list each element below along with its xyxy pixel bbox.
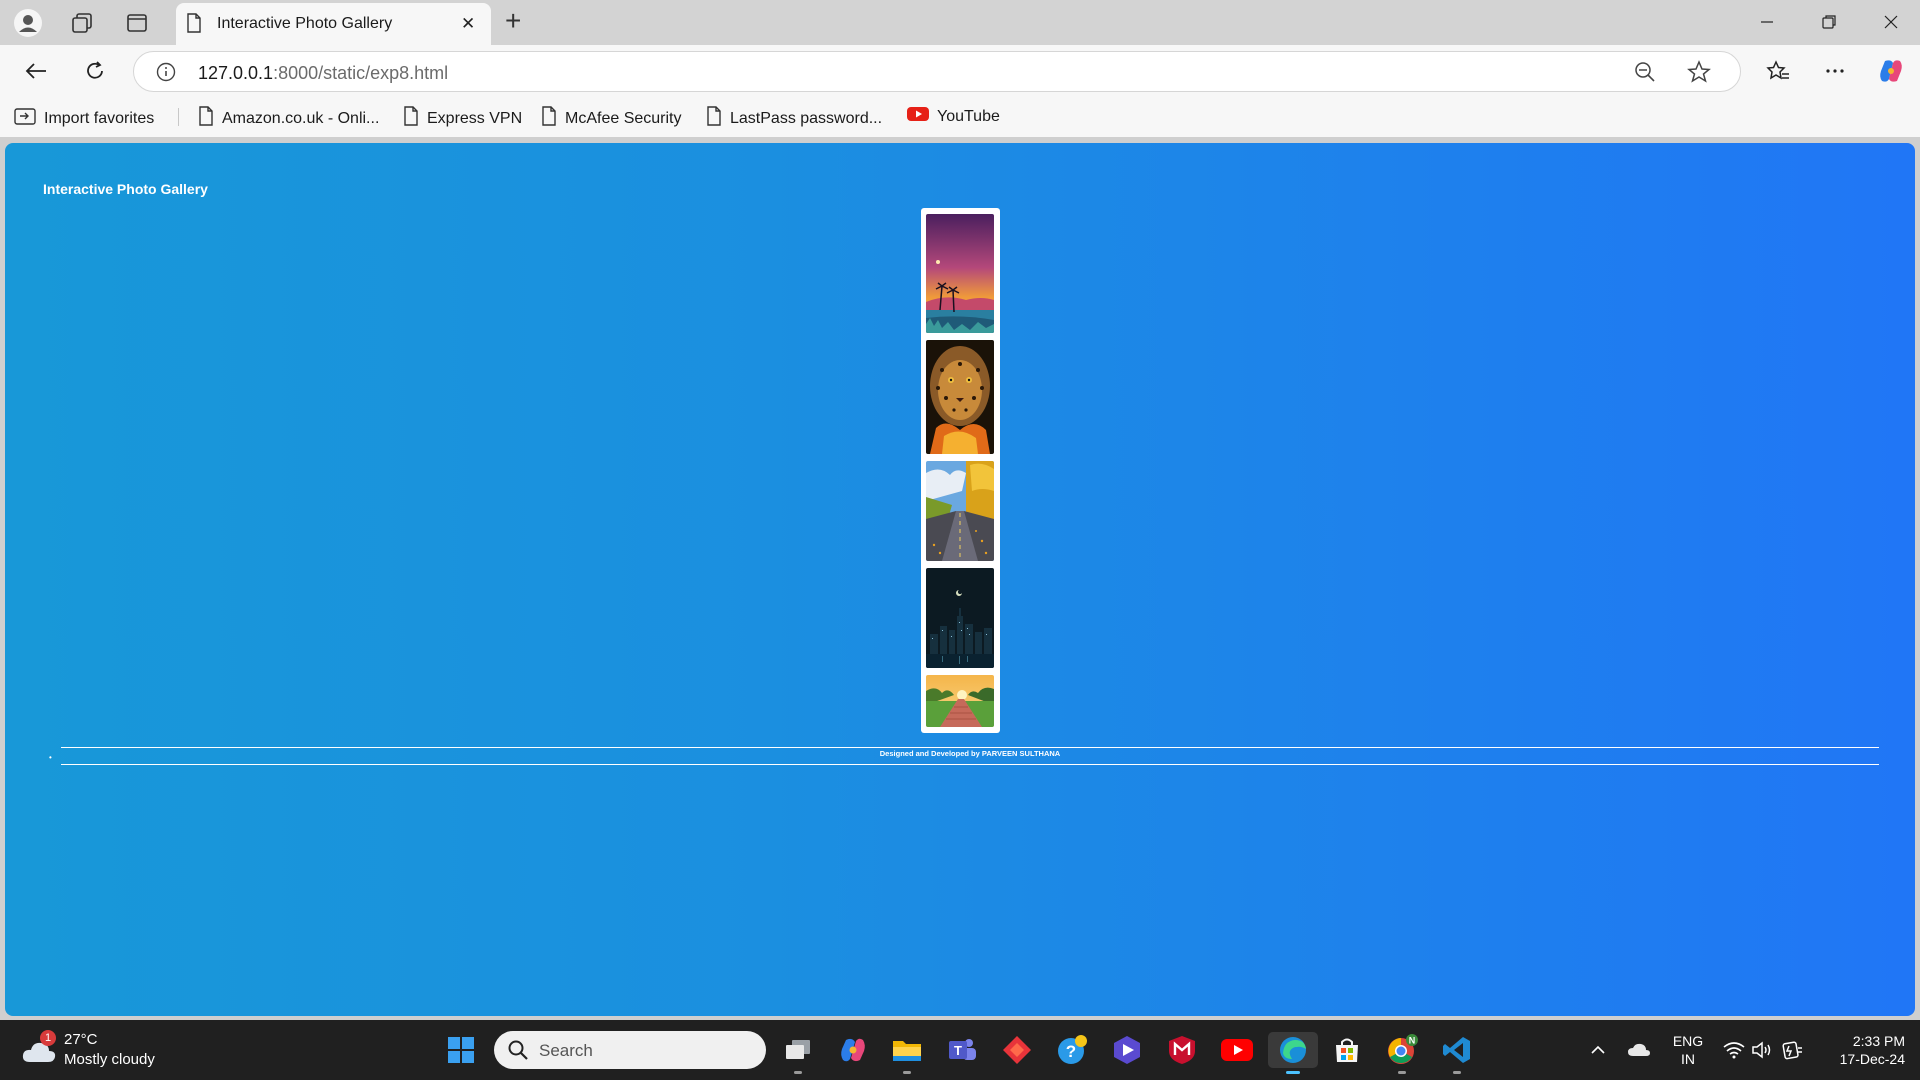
page-icon (541, 106, 557, 131)
file-explorer-icon[interactable] (889, 1032, 925, 1074)
url-text: 127.0.0.1:8000/static/exp8.html (198, 63, 449, 83)
favorites-icon[interactable] (1760, 55, 1796, 87)
favorite-amazon[interactable]: Amazon.co.uk - Onli... (198, 106, 379, 131)
task-view-icon[interactable] (780, 1032, 816, 1074)
language-code: ENG (1672, 1033, 1704, 1049)
favorite-express-vpn[interactable]: Express VPN (403, 106, 522, 131)
tab-bar: Interactive Photo Gallery ✕ + (0, 0, 1920, 45)
search-placeholder: Search (539, 1041, 593, 1060)
chrome-running-indicator (1398, 1071, 1406, 1074)
page-icon (403, 106, 419, 131)
help-app-icon[interactable]: ? (1054, 1032, 1090, 1068)
import-favorites-icon (14, 106, 36, 131)
close-window-icon[interactable] (1868, 8, 1914, 36)
favorite-mcafee[interactable]: McAfee Security (541, 106, 681, 131)
night-city-photo[interactable] (926, 568, 994, 668)
clock-date: 17-Dec-24 (1839, 1051, 1905, 1067)
red-diamond-app-icon[interactable] (999, 1032, 1035, 1068)
weather-widget[interactable]: 1 27°C Mostly cloudy (22, 1030, 172, 1070)
page-icon (198, 106, 214, 131)
windows-start-icon[interactable] (443, 1032, 479, 1068)
new-tab-icon[interactable]: + (505, 7, 521, 35)
task-view-running-indicator (794, 1071, 802, 1074)
autumn-road-photo[interactable] (926, 461, 994, 561)
clock-time: 2:33 PM (1852, 1033, 1905, 1049)
vscode-running-indicator (1453, 1071, 1461, 1074)
workspaces-icon[interactable] (62, 8, 102, 38)
edge-active-indicator (1286, 1071, 1300, 1074)
favorite-star-icon[interactable] (1687, 60, 1711, 89)
favorite-label: YouTube (937, 107, 1000, 125)
more-options-icon[interactable] (1817, 55, 1853, 87)
svg-text:N: N (1409, 1036, 1416, 1046)
taskbar: 1 27°C Mostly cloudy Search T ? N ENG IN… (0, 1020, 1920, 1080)
footer-bullet: • (49, 753, 52, 762)
vscode-icon[interactable] (1439, 1032, 1475, 1074)
profile-icon[interactable] (8, 8, 48, 38)
weather-badge: 1 (40, 1030, 56, 1046)
svg-text:T: T (954, 1043, 962, 1058)
favorite-label: Express VPN (427, 109, 523, 127)
sunset-palms-photo[interactable] (926, 214, 994, 333)
copilot-app-icon[interactable] (835, 1032, 871, 1068)
navigation-bar: 127.0.0.1:8000/static/exp8.html (0, 45, 1920, 97)
language-indicator[interactable]: ENG IN (1668, 1032, 1708, 1068)
temperature: 27°C (64, 1031, 98, 1048)
photo-strip (921, 208, 1000, 733)
favorite-label: Amazon.co.uk - Onli... (222, 109, 380, 127)
restore-icon[interactable] (1806, 8, 1852, 36)
site-info-icon[interactable] (156, 62, 176, 87)
copilot-icon[interactable] (1873, 55, 1909, 87)
tab-title: Interactive Photo Gallery (217, 15, 393, 32)
search-icon (508, 1040, 528, 1065)
svg-text:?: ? (1066, 1042, 1076, 1061)
back-icon[interactable] (18, 55, 54, 87)
favorite-import[interactable]: Import favorites (14, 106, 154, 131)
chevron-up-icon[interactable] (1580, 1032, 1616, 1068)
region-code: IN (1681, 1051, 1695, 1067)
page-icon (186, 13, 202, 38)
taskbar-search[interactable]: Search (494, 1031, 766, 1069)
weather-condition: Mostly cloudy (64, 1051, 155, 1068)
tab-active[interactable]: Interactive Photo Gallery ✕ (176, 3, 491, 45)
address-bar[interactable]: 127.0.0.1:8000/static/exp8.html (133, 51, 1741, 92)
page-title: Interactive Photo Gallery (43, 181, 208, 197)
favorites-divider (178, 108, 179, 126)
favorites-bar: Import favorites Amazon.co.uk - Onli... … (0, 97, 1920, 137)
edge-icon[interactable] (1268, 1032, 1318, 1074)
tab-actions-icon[interactable] (117, 8, 157, 38)
file-explorer-running-indicator (903, 1071, 911, 1074)
battery-icon[interactable] (1774, 1032, 1810, 1068)
page-icon (706, 106, 722, 131)
system-clock[interactable]: 2:33 PM 17-Dec-24 (1815, 1032, 1905, 1068)
minimize-icon[interactable] (1744, 8, 1790, 36)
footer-top-rule (61, 747, 1879, 748)
favorite-lastpass[interactable]: LastPass password... (706, 106, 882, 131)
youtube-app-icon[interactable] (1219, 1032, 1255, 1068)
teams-icon[interactable]: T (944, 1032, 980, 1068)
footer-bottom-rule (61, 764, 1879, 765)
zoom-out-icon[interactable] (1634, 61, 1656, 88)
favorite-label: Import favorites (44, 109, 155, 127)
purple-hexagon-app-icon[interactable] (1109, 1032, 1145, 1068)
footer-credit: Designed and Developed by PARVEEN SULTHA… (879, 749, 1061, 758)
leopard-photo[interactable] (926, 340, 994, 454)
refresh-icon[interactable] (77, 55, 113, 87)
chrome-icon[interactable]: N (1384, 1032, 1420, 1074)
favorite-label: LastPass password... (730, 109, 883, 127)
microsoft-store-icon[interactable] (1329, 1032, 1365, 1068)
sunrise-boardwalk-photo[interactable] (926, 675, 994, 727)
favorite-youtube[interactable]: YouTube (907, 106, 1000, 127)
mcafee-icon[interactable] (1164, 1032, 1200, 1068)
youtube-icon (907, 106, 929, 127)
close-tab-icon[interactable]: ✕ (461, 14, 475, 34)
onedrive-icon[interactable] (1621, 1032, 1657, 1068)
favorite-label: McAfee Security (565, 109, 682, 127)
web-page: Interactive Photo Gallery • Designed and… (5, 143, 1915, 1016)
